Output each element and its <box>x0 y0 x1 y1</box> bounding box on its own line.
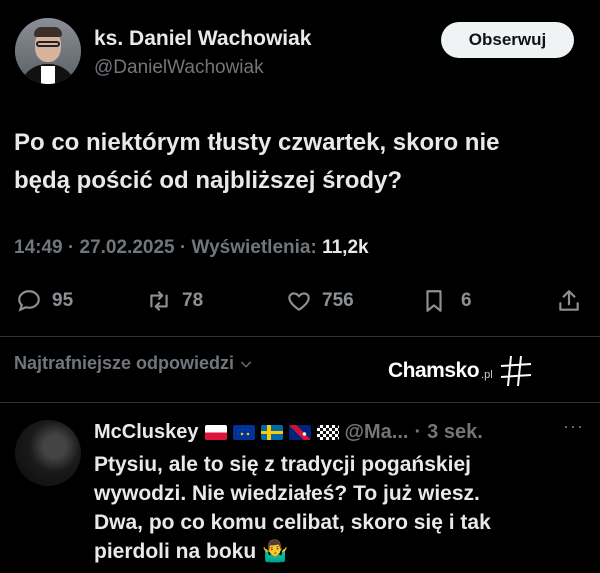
reply-line: wywodzi. Nie wiedziałeś? To już wiesz. <box>94 482 480 505</box>
follow-button[interactable]: Obserwuj <box>441 22 574 58</box>
author-name[interactable]: ks. Daniel Wachowiak <box>94 27 311 51</box>
tweet-text: Po co niektórym tłusty czwartek, skoro n… <box>14 124 574 200</box>
author-avatar[interactable] <box>15 18 81 84</box>
hashtag-logo-icon <box>500 355 531 387</box>
share-action[interactable] <box>556 287 582 315</box>
retweet-count: 78 <box>182 290 204 311</box>
watermark-text: Chamsko <box>388 359 480 382</box>
watermark: Chamsko .pl <box>388 354 533 388</box>
heart-icon <box>288 292 310 311</box>
reply-header: McCluskey @Ma... · 3 sek. <box>94 421 483 444</box>
tweet-meta: 14:49 · 27.02.2025 · Wyświetlenia: 11,2k <box>14 237 369 258</box>
views-count: 11,2k <box>322 237 369 258</box>
retweet-action[interactable]: 78 <box>146 287 203 315</box>
divider <box>0 336 600 337</box>
australia-flag-icon <box>288 425 311 440</box>
like-count: 756 <box>322 290 354 311</box>
more-options-icon[interactable]: ··· <box>563 416 584 437</box>
bookmark-icon <box>426 290 442 312</box>
tweet-date[interactable]: 27.02.2025 <box>80 237 175 258</box>
reply-line: Ptysiu, ale to się z tradycji pogańskiej <box>94 453 471 476</box>
author-handle[interactable]: @DanielWachowiak <box>94 57 264 79</box>
reply-time[interactable]: 3 sek. <box>427 421 483 444</box>
bookmark-action[interactable]: 6 <box>421 287 472 315</box>
bookmark-count: 6 <box>461 290 472 311</box>
tweet-time[interactable]: 14:49 <box>14 237 63 258</box>
reply-author-name[interactable]: McCluskey <box>94 421 199 444</box>
poland-flag-icon <box>204 425 227 440</box>
replies-sort-dropdown[interactable]: Najtrafniejsze odpowiedzi <box>14 353 254 374</box>
reply-count: 95 <box>52 290 74 311</box>
watermark-suffix: .pl <box>481 369 493 381</box>
reply-author-handle[interactable]: @Ma... <box>345 421 409 444</box>
like-action[interactable]: 756 <box>286 287 354 315</box>
shrug-emoji-icon: 🤷‍♂️ <box>262 540 289 563</box>
retweet-icon <box>150 291 168 311</box>
sort-label: Najtrafniejsze odpowiedzi <box>14 353 235 373</box>
reply-line: pierdoli na boku 🤷‍♂️ <box>94 540 289 563</box>
eu-flag-icon <box>232 425 255 440</box>
tweet-line: Po co niektórym tłusty czwartek, skoro n… <box>14 129 500 156</box>
divider <box>0 402 600 403</box>
reply-line: Dwa, po co komu celibat, skoro się i tak <box>94 511 491 534</box>
sweden-flag-icon <box>260 425 283 440</box>
views-label: Wyświetlenia: <box>191 237 317 258</box>
reply-action[interactable]: 95 <box>16 287 73 315</box>
tweet-line: będą pościć od najbliższej środy? <box>14 167 403 194</box>
checkered-flag-icon <box>316 425 339 440</box>
reply-icon <box>18 290 40 312</box>
reply-avatar[interactable] <box>15 420 81 486</box>
share-icon <box>559 290 579 311</box>
chevron-down-icon <box>240 361 252 368</box>
reply-text: Ptysiu, ale to się z tradycji pogańskiej… <box>94 450 584 566</box>
